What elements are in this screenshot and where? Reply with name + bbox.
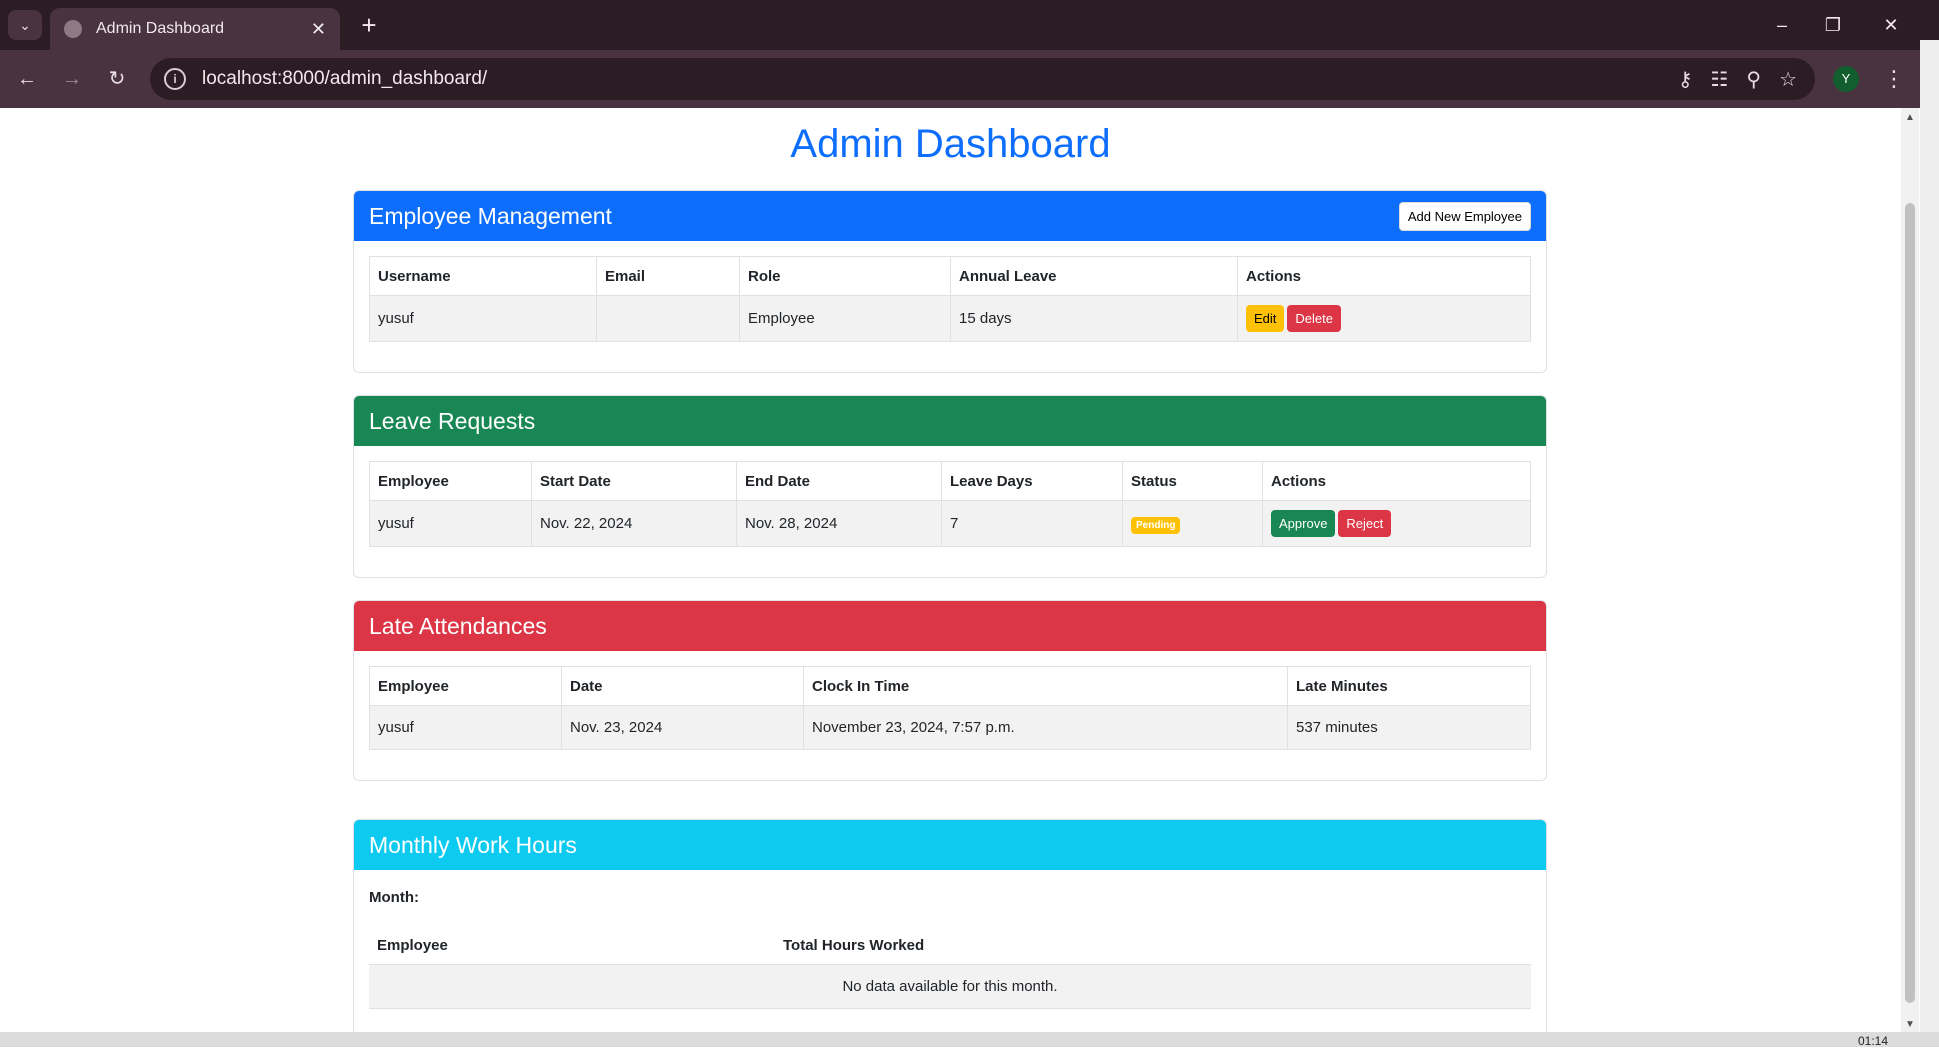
leave-days-cell: 7: [941, 500, 1123, 547]
tab-title: Admin Dashboard: [96, 20, 225, 37]
start-date-cell: Nov. 22, 2024: [531, 500, 737, 547]
card-title: Leave Requests: [369, 407, 536, 434]
employee-cell: yusuf: [369, 500, 532, 547]
column-header: Username: [369, 256, 597, 296]
annual-leave-cell: 15 days: [950, 295, 1238, 342]
edit-button[interactable]: Edit: [1246, 305, 1285, 332]
table-row: yusuf Nov. 23, 2024 November 23, 2024, 7…: [369, 705, 1531, 750]
card-title: Late Attendances: [369, 612, 547, 639]
globe-icon: [64, 20, 82, 38]
leave-requests-table: Employee Start Date End Date Leave Days …: [369, 461, 1531, 547]
omnibox-icons: ⚷ ☷ ⚲ ☆: [1678, 58, 1797, 100]
late-attendances-header: Late Attendances: [354, 601, 1546, 651]
employee-table: Username Email Role Annual Leave Actions…: [369, 256, 1531, 342]
url-field[interactable]: i localhost:8000/admin_dashboard/ ⚷ ☷ ⚲ …: [150, 58, 1815, 100]
monthly-work-hours-card: Monthly Work Hours Month: Employee Total…: [353, 819, 1547, 1032]
monthly-work-hours-header: Monthly Work Hours: [354, 820, 1546, 870]
page-scrollbar[interactable]: ▲ ▼: [1901, 108, 1919, 1032]
table-row: yusuf Nov. 22, 2024 Nov. 28, 2024 7 Pend…: [369, 500, 1531, 547]
page-content: Admin Dashboard Employee Management Add …: [0, 108, 1901, 1032]
scroll-up-icon[interactable]: ▲: [1901, 112, 1919, 123]
column-header: Clock In Time: [803, 666, 1288, 706]
actions-cell: Edit Delete: [1237, 295, 1531, 342]
leave-requests-header: Leave Requests: [354, 396, 1546, 446]
card-title: Employee Management: [369, 202, 612, 229]
column-header: Email: [596, 256, 740, 296]
window-close-icon[interactable]: ✕: [1866, 0, 1916, 50]
column-header: Employee: [369, 461, 532, 501]
employee-cell: yusuf: [369, 705, 562, 750]
add-new-employee-button[interactable]: Add New Employee: [1398, 201, 1531, 231]
reject-button[interactable]: Reject: [1338, 510, 1392, 537]
column-header: Employee: [369, 926, 775, 965]
column-header: End Date: [736, 461, 942, 501]
late-minutes-cell: 537 minutes: [1287, 705, 1531, 750]
late-attendances-table: Employee Date Clock In Time Late Minutes…: [369, 666, 1531, 750]
late-attendances-card: Late Attendances Employee Date Clock In …: [353, 600, 1547, 781]
taskbar: [0, 1032, 1939, 1047]
minimize-icon[interactable]: –: [1757, 0, 1807, 50]
zoom-icon[interactable]: ⚲: [1746, 67, 1761, 92]
column-header: Employee: [369, 666, 562, 706]
site-info-icon[interactable]: i: [164, 68, 186, 90]
side-panel-strip: [1920, 40, 1939, 1040]
card-title: Monthly Work Hours: [369, 831, 577, 858]
column-header: Start Date: [531, 461, 737, 501]
column-header: Late Minutes: [1287, 666, 1531, 706]
month-label: Month:: [369, 889, 419, 906]
address-bar: ← → ↻ i localhost:8000/admin_dashboard/ …: [0, 50, 1939, 108]
status-badge: Pending: [1131, 517, 1181, 534]
new-tab-plus-icon[interactable]: +: [352, 8, 386, 42]
column-header: Actions: [1262, 461, 1531, 501]
column-header: Role: [739, 256, 951, 296]
column-header: Annual Leave: [950, 256, 1238, 296]
page-title: Admin Dashboard: [790, 122, 1111, 166]
username-cell: yusuf: [369, 295, 597, 342]
column-header: Status: [1122, 461, 1263, 501]
email-cell: [596, 295, 740, 342]
forward-arrow-icon[interactable]: →: [55, 63, 89, 95]
column-header: Date: [561, 666, 804, 706]
tab-search-chevron-icon[interactable]: ⌄: [8, 10, 42, 40]
end-date-cell: Nov. 28, 2024: [736, 500, 942, 547]
role-cell: Employee: [739, 295, 951, 342]
star-icon[interactable]: ☆: [1779, 67, 1797, 92]
browser-tab-bar: ⌄ Admin Dashboard ✕ + – ❐ ✕: [0, 0, 1939, 50]
close-icon[interactable]: ✕: [311, 19, 326, 40]
status-cell: Pending: [1122, 500, 1263, 547]
clock-in-time-cell: November 23, 2024, 7:57 p.m.: [803, 705, 1288, 750]
employee-management-header: Employee Management Add New Employee: [354, 191, 1546, 241]
date-cell: Nov. 23, 2024: [561, 705, 804, 750]
scroll-thumb[interactable]: [1905, 203, 1915, 1003]
column-header: Leave Days: [941, 461, 1123, 501]
delete-button[interactable]: Delete: [1287, 305, 1341, 332]
table-row: No data available for this month.: [369, 964, 1531, 1009]
table-row: yusuf Employee 15 days Edit Delete: [369, 295, 1531, 342]
column-header: Actions: [1237, 256, 1531, 296]
browser-tab[interactable]: Admin Dashboard ✕: [50, 8, 340, 50]
approve-button[interactable]: Approve: [1271, 510, 1336, 537]
taskbar-clock: 01:14: [1858, 1034, 1889, 1048]
restore-icon[interactable]: ❐: [1808, 0, 1858, 50]
back-arrow-icon[interactable]: ←: [10, 63, 44, 95]
column-header: Total Hours Worked: [775, 926, 1531, 965]
employee-management-card: Employee Management Add New Employee Use…: [353, 190, 1547, 373]
scroll-down-icon[interactable]: ▼: [1901, 1019, 1919, 1030]
empty-message: No data available for this month.: [369, 964, 1531, 1009]
leave-requests-card: Leave Requests Employee Start Date End D…: [353, 395, 1547, 578]
more-menu-icon[interactable]: ⋮: [1882, 63, 1906, 95]
translate-icon[interactable]: ☷: [1710, 67, 1728, 92]
monthly-work-hours-table: Employee Total Hours Worked No data avai…: [369, 926, 1531, 1009]
actions-cell: Approve Reject: [1262, 500, 1531, 547]
avatar[interactable]: Y: [1833, 66, 1859, 92]
key-icon[interactable]: ⚷: [1678, 67, 1693, 92]
reload-icon[interactable]: ↻: [100, 63, 134, 95]
url-text: localhost:8000/admin_dashboard/: [202, 68, 488, 89]
